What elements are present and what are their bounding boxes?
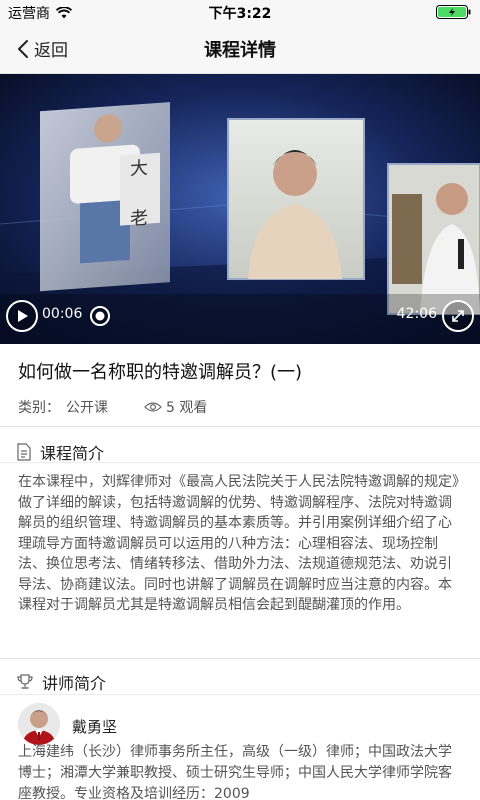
avatar[interactable] (18, 703, 60, 745)
teacher-heading: 讲师简介 (16, 670, 106, 694)
knob-dot-icon (95, 311, 105, 321)
fullscreen-button[interactable] (442, 300, 474, 332)
svg-text:老: 老 (130, 208, 148, 230)
view-count: 5 观看 (144, 397, 207, 417)
intro-heading: 课程简介 (16, 440, 104, 464)
document-icon (17, 443, 31, 461)
teacher-heading-text: 讲师简介 (42, 674, 107, 693)
view-count-text: 5 观看 (166, 400, 208, 416)
trophy-icon (17, 674, 33, 689)
course-meta: 类别： 公开课 5 观看 (18, 397, 207, 417)
intro-text: 在本课程中，刘辉律师对《最高人民法院关于人民法院特邀调解的规定》做了详细的解读，… (18, 474, 459, 613)
video-player[interactable]: 大 老 00:06 42:06 (0, 74, 480, 344)
category-value: 公开课 (66, 400, 108, 416)
nav-bar: 返回 课程详情 (0, 24, 480, 74)
category-label: 类别： (18, 400, 60, 416)
video-controls: 00:06 42:06 (0, 290, 480, 344)
progress-knob[interactable] (90, 306, 110, 326)
play-button[interactable] (6, 300, 38, 332)
divider (0, 426, 480, 427)
current-time: 00:06 (42, 306, 83, 322)
status-bar: 运营商 下午3:22 (0, 0, 480, 24)
expand-icon (452, 310, 464, 322)
course-title: 如何做一名称职的特邀调解员？(一) (18, 362, 303, 383)
teacher-photo (18, 703, 60, 745)
eye-icon (144, 402, 162, 412)
teacher-bio: 上海建纬（长沙）律师事务所主任，高级（一级）律师；中国政法大学博士；湘潭大学兼职… (18, 744, 452, 800)
progress-track[interactable] (112, 315, 434, 317)
battery-icon (436, 5, 472, 19)
svg-text:大: 大 (130, 158, 148, 180)
total-time: 42:06 (396, 306, 437, 322)
divider (0, 658, 480, 659)
status-time: 下午3:22 (208, 6, 272, 22)
page-title: 课程详情 (204, 40, 276, 61)
intro-heading-text: 课程简介 (40, 444, 105, 463)
teacher-name: 戴勇坚 (72, 718, 118, 736)
divider (0, 462, 480, 463)
divider (0, 694, 480, 695)
play-icon (18, 310, 28, 322)
